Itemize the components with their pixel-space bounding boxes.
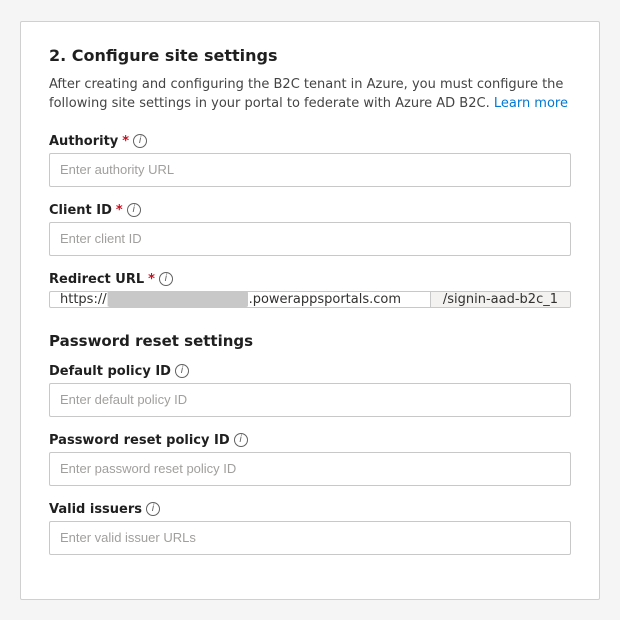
client-id-field-group: Client ID * i: [49, 203, 571, 256]
default-policy-field-group: Default policy ID i: [49, 364, 571, 417]
section-description: After creating and configuring the B2C t…: [49, 75, 571, 114]
default-policy-input[interactable]: [49, 383, 571, 417]
authority-required-star: *: [122, 134, 129, 149]
redirect-url-wrapper: https://██████████████.powerappsportals.…: [49, 291, 571, 308]
default-policy-info-icon[interactable]: i: [175, 364, 189, 378]
password-reset-section-title: Password reset settings: [49, 332, 571, 350]
redirect-url-display: https://██████████████.powerappsportals.…: [50, 292, 430, 307]
client-id-input[interactable]: [49, 222, 571, 256]
redirect-url-required-star: *: [148, 272, 155, 287]
default-policy-label: Default policy ID i: [49, 364, 571, 379]
redirect-url-field-group: Redirect URL * i https://██████████████.…: [49, 272, 571, 308]
valid-issuers-field-group: Valid issuers i: [49, 502, 571, 555]
valid-issuers-input[interactable]: [49, 521, 571, 555]
redirect-url-suffix: /signin-aad-b2c_1: [430, 292, 570, 307]
redirect-url-label: Redirect URL * i: [49, 272, 571, 287]
authority-input[interactable]: [49, 153, 571, 187]
configure-site-settings-card: 2. Configure site settings After creatin…: [20, 21, 600, 600]
valid-issuers-info-icon[interactable]: i: [146, 502, 160, 516]
learn-more-link[interactable]: Learn more: [494, 96, 568, 111]
reset-policy-info-icon[interactable]: i: [234, 433, 248, 447]
authority-info-icon[interactable]: i: [133, 134, 147, 148]
client-id-info-icon[interactable]: i: [127, 203, 141, 217]
authority-label: Authority * i: [49, 134, 571, 149]
section-title: 2. Configure site settings: [49, 46, 571, 65]
authority-field-group: Authority * i: [49, 134, 571, 187]
client-id-required-star: *: [116, 203, 123, 218]
client-id-label: Client ID * i: [49, 203, 571, 218]
reset-policy-field-group: Password reset policy ID i: [49, 433, 571, 486]
redirect-url-info-icon[interactable]: i: [159, 272, 173, 286]
valid-issuers-label: Valid issuers i: [49, 502, 571, 517]
reset-policy-label: Password reset policy ID i: [49, 433, 571, 448]
reset-policy-input[interactable]: [49, 452, 571, 486]
